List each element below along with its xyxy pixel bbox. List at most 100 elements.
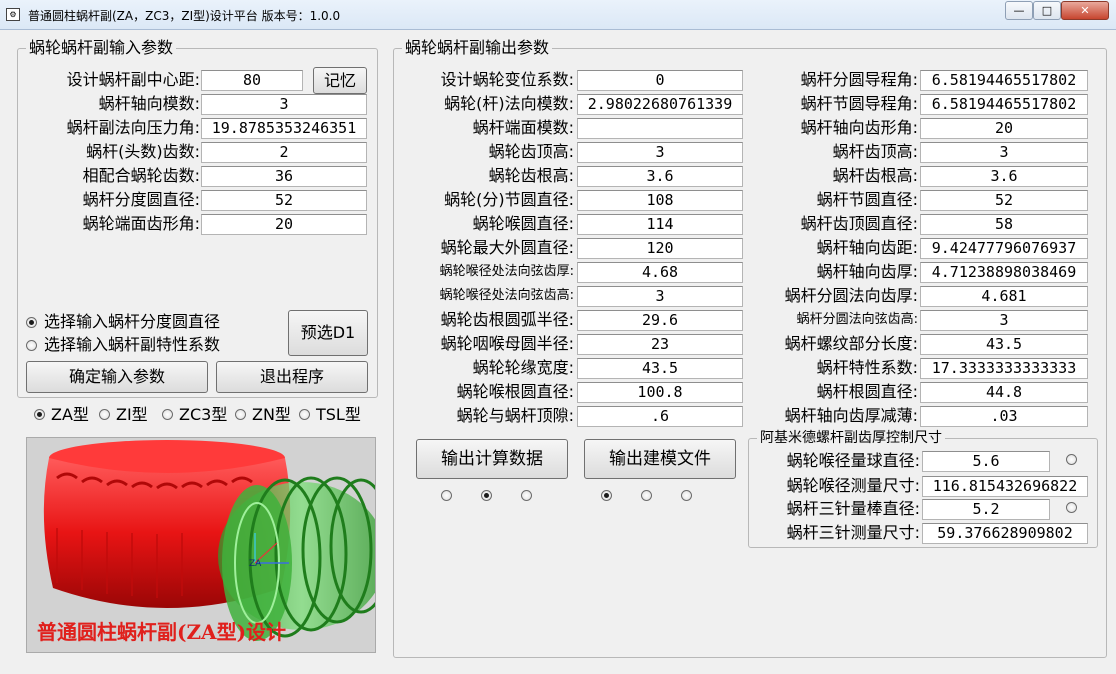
right-label-9: 蜗杆分圆法向齿厚:	[784, 286, 918, 305]
left-value-12: 43.5	[577, 358, 743, 379]
memory-button[interactable]: 记忆	[313, 67, 367, 94]
right-value-6: 58	[920, 214, 1088, 235]
worm-ref-diameter-label: 蜗杆分度圆直径:	[82, 190, 200, 209]
window-title: 普通圆柱蜗杆副(ZA，ZC3，ZI型)设计平台 版本号：1.0.0	[28, 9, 341, 23]
preview-caption: 普通圆柱蜗杆副(ZA型)设计	[37, 620, 287, 644]
right-value-1: 6.58194465517802	[920, 94, 1088, 115]
left-label-2: 蜗杆端面模数:	[472, 118, 574, 137]
right-value-14: .03	[920, 406, 1088, 427]
right-label-5: 蜗杆节圆直径:	[816, 190, 918, 209]
left-value-4: 3.6	[577, 166, 743, 187]
type-zc3-radio[interactable]	[162, 409, 173, 420]
maximize-button[interactable]: □	[1033, 1, 1061, 20]
left-label-9: 蜗轮喉径处法向弦齿高:	[439, 288, 574, 303]
input-group-title: 蜗轮蜗杆副输入参数	[26, 39, 177, 57]
type-za-label: ZA型	[51, 405, 89, 424]
option-coefficient-radio[interactable]	[26, 340, 37, 351]
exit-button[interactable]: 退出程序	[216, 361, 368, 393]
ball-diameter-label: 蜗轮喉径量球直径:	[786, 451, 920, 470]
wheel-teeth-input[interactable]: 36	[201, 166, 367, 187]
normal-pressure-angle-label: 蜗杆副法向压力角:	[66, 118, 200, 137]
center-distance-input[interactable]: 80	[201, 70, 303, 91]
wheel-teeth-label: 相配合蜗轮齿数:	[82, 166, 200, 185]
left-value-14: .6	[577, 406, 743, 427]
worm-starts-input[interactable]: 2	[201, 142, 367, 163]
worm-starts-label: 蜗杆(头数)齿数:	[86, 142, 200, 161]
option-diameter-radio[interactable]	[26, 317, 37, 328]
worm-ref-diameter-input[interactable]: 52	[201, 190, 367, 211]
model-radio-1[interactable]	[601, 490, 612, 501]
right-value-9: 4.681	[920, 286, 1088, 307]
left-value-8: 4.68	[577, 262, 743, 283]
output-calc-data-button[interactable]: 输出计算数据	[416, 439, 568, 479]
preselect-button[interactable]: 预选D1	[288, 310, 368, 356]
type-zn-radio[interactable]	[235, 409, 246, 420]
pin-measure-label: 蜗杆三针测量尺寸:	[786, 523, 920, 542]
ball-diameter-input[interactable]: 5.6	[922, 451, 1050, 472]
confirm-input-button[interactable]: 确定输入参数	[26, 361, 208, 393]
right-label-10: 蜗杆分圆法向弦齿高:	[796, 312, 918, 327]
worm-gear-preview: ZA 普通圆柱蜗杆副(ZA型)设计	[26, 437, 376, 653]
type-zn-label: ZN型	[252, 405, 291, 424]
left-value-9: 3	[577, 286, 743, 307]
right-label-13: 蜗杆根圆直径:	[816, 382, 918, 401]
axial-module-input[interactable]: 3	[201, 94, 367, 115]
normal-pressure-angle-input[interactable]: 19.8785353246351	[201, 118, 367, 139]
calc-radio-1[interactable]	[441, 490, 452, 501]
left-value-3: 3	[577, 142, 743, 163]
wheel-transverse-angle-input[interactable]: 20	[201, 214, 367, 235]
right-label-7: 蜗杆轴向齿距:	[816, 238, 918, 257]
right-value-3: 3	[920, 142, 1088, 163]
pin-diameter-input[interactable]: 5.2	[922, 499, 1050, 520]
minimize-button[interactable]: —	[1005, 1, 1033, 20]
right-value-4: 3.6	[920, 166, 1088, 187]
right-value-2: 20	[920, 118, 1088, 139]
wheel-transverse-angle-label: 蜗轮端面齿形角:	[82, 214, 200, 233]
left-label-10: 蜗轮齿根圆弧半径:	[440, 310, 574, 329]
ball-measure-output: 116.815432696822	[922, 476, 1088, 497]
left-label-6: 蜗轮喉圆直径:	[472, 214, 574, 233]
pin-diameter-radio[interactable]	[1066, 502, 1077, 513]
left-value-10: 29.6	[577, 310, 743, 331]
type-zc3-label: ZC3型	[179, 405, 228, 424]
right-label-8: 蜗杆轴向齿厚:	[816, 262, 918, 281]
ball-diameter-radio[interactable]	[1066, 454, 1077, 465]
left-value-1: 2.98022680761339	[577, 94, 743, 115]
right-label-6: 蜗杆齿顶圆直径:	[800, 214, 918, 233]
model-radio-3[interactable]	[681, 490, 692, 501]
left-label-5: 蜗轮(分)节圆直径:	[444, 190, 574, 209]
model-radio-2[interactable]	[641, 490, 652, 501]
left-label-13: 蜗轮喉根圆直径:	[456, 382, 574, 401]
output-model-file-button[interactable]: 输出建模文件	[584, 439, 736, 479]
axis-label: ZA	[249, 559, 262, 569]
left-value-13: 100.8	[577, 382, 743, 403]
right-value-12: 17.3333333333333	[920, 358, 1088, 379]
type-tsl-label: TSL型	[316, 405, 361, 424]
right-label-2: 蜗杆轴向齿形角:	[800, 118, 918, 137]
left-value-11: 23	[577, 334, 743, 355]
type-tsl-radio[interactable]	[299, 409, 310, 420]
right-value-8: 4.71238898038469	[920, 262, 1088, 283]
right-value-5: 52	[920, 190, 1088, 211]
close-button[interactable]: ✕	[1061, 1, 1109, 20]
right-value-13: 44.8	[920, 382, 1088, 403]
left-value-2	[577, 118, 743, 139]
right-label-14: 蜗杆轴向齿厚减薄:	[784, 406, 918, 425]
archimedes-group-title: 阿基米德螺杆副齿厚控制尺寸	[757, 429, 945, 447]
left-label-1: 蜗轮(杆)法向模数:	[444, 94, 574, 113]
center-distance-label: 设计蜗杆副中心距:	[66, 70, 200, 89]
right-value-11: 43.5	[920, 334, 1088, 355]
right-label-12: 蜗杆特性系数:	[816, 358, 918, 377]
right-label-4: 蜗杆齿根高:	[832, 166, 918, 185]
calc-radio-3[interactable]	[521, 490, 532, 501]
left-value-0: 0	[577, 70, 743, 91]
pin-measure-output: 59.376628909802	[922, 523, 1088, 544]
left-label-12: 蜗轮轮缘宽度:	[472, 358, 574, 377]
type-zi-radio[interactable]	[99, 409, 110, 420]
pin-diameter-label: 蜗杆三针量棒直径:	[786, 499, 920, 518]
right-label-0: 蜗杆分圆导程角:	[800, 70, 918, 89]
type-za-radio[interactable]	[34, 409, 45, 420]
calc-radio-2[interactable]	[481, 490, 492, 501]
right-value-0: 6.58194465517802	[920, 70, 1088, 91]
left-label-4: 蜗轮齿根高:	[488, 166, 574, 185]
